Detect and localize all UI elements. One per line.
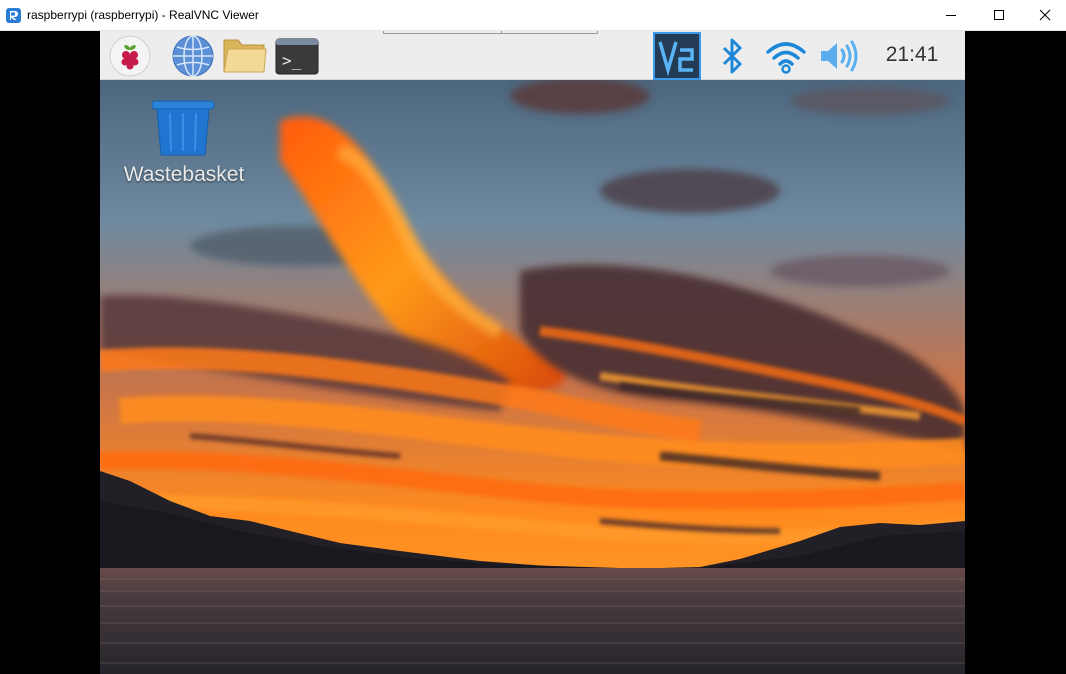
desktop-icon-label: Wastebasket [123, 163, 245, 186]
bluetooth-button[interactable] [710, 34, 754, 78]
desktop-icon-wastebasket[interactable]: Wastebasket [114, 97, 254, 192]
taskbar-clock[interactable]: 21:41 [880, 43, 944, 67]
realvnc-viewer-icon [6, 8, 21, 23]
close-button[interactable] [1022, 0, 1066, 30]
minimize-icon [946, 15, 956, 16]
minimize-button[interactable] [928, 0, 974, 30]
vnc-toolbar-hint[interactable] [383, 31, 598, 34]
file-manager-button[interactable] [222, 34, 267, 78]
close-icon [1039, 9, 1051, 21]
terminal-icon: >_ [275, 38, 319, 75]
rpi-taskbar: >_ 21:41 [100, 31, 965, 80]
raspberry-icon [109, 35, 151, 77]
maximize-icon [994, 10, 1004, 20]
vnc-server-button[interactable] [653, 32, 701, 80]
maximize-button[interactable] [976, 0, 1022, 30]
vnc-icon [653, 32, 701, 80]
web-browser-button[interactable] [171, 34, 215, 78]
globe-icon [172, 35, 214, 77]
folder-icon [223, 39, 267, 73]
wifi-icon [766, 42, 806, 74]
volume-icon [821, 40, 858, 72]
volume-button[interactable] [817, 34, 861, 78]
bluetooth-icon [722, 38, 742, 74]
window-title: raspberrypi (raspberrypi) - RealVNC View… [27, 8, 259, 22]
terminal-button[interactable]: >_ [275, 34, 319, 78]
raspberry-menu-button[interactable] [108, 34, 152, 78]
remote-desktop[interactable]: >_ 21:41 Wastebasket [100, 31, 965, 674]
wifi-button[interactable] [764, 34, 808, 78]
wastebasket-icon [152, 100, 215, 156]
window-titlebar[interactable]: raspberrypi (raspberrypi) - RealVNC View… [0, 0, 1066, 31]
terminal-prompt-glyph: >_ [282, 51, 302, 70]
